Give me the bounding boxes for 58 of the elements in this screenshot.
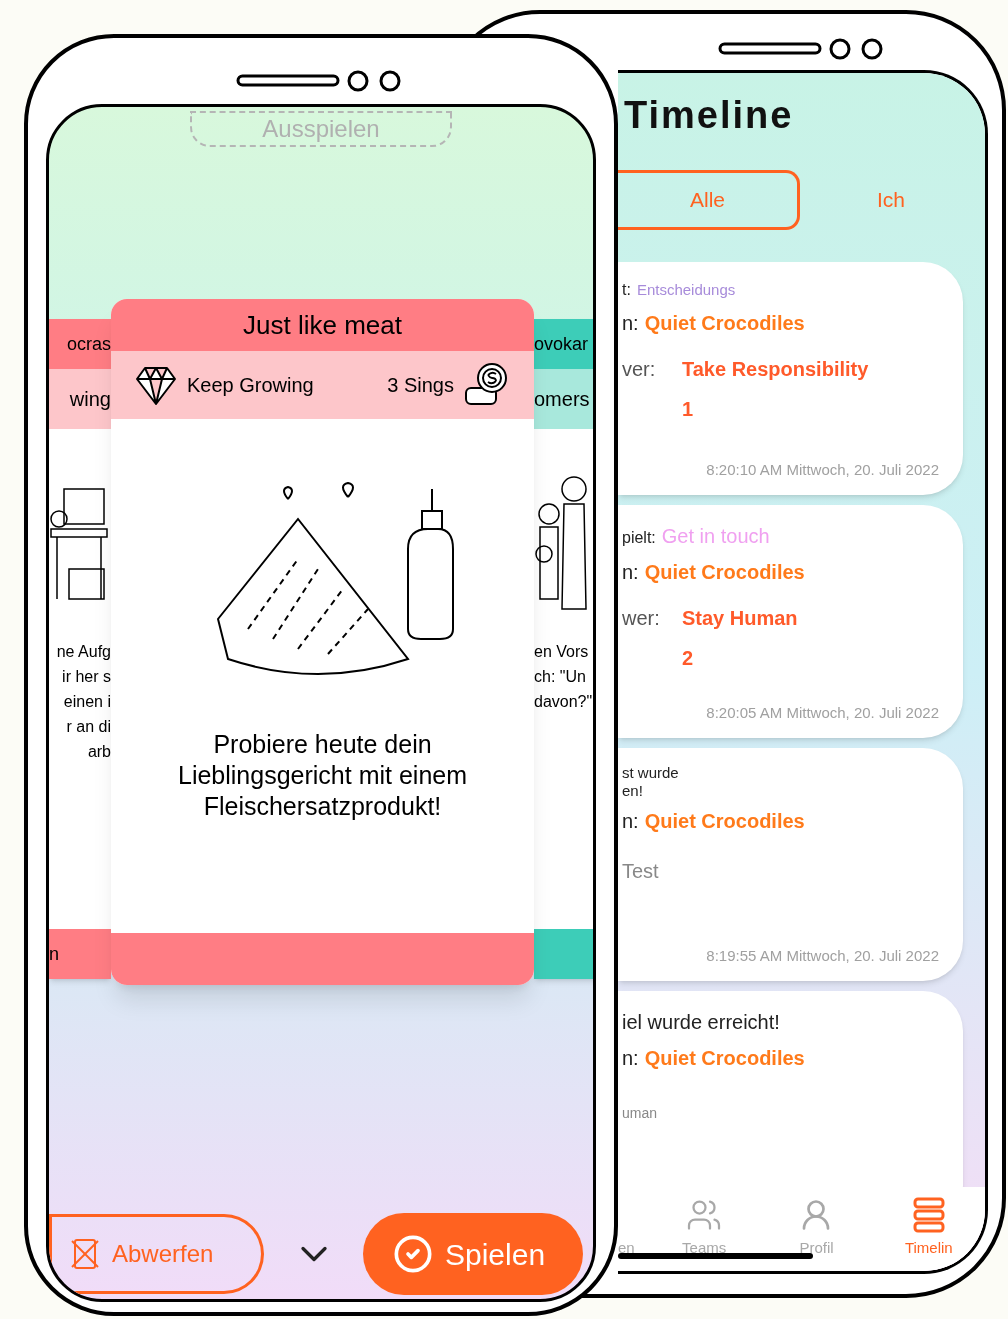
card-text: ne Aufg: [56, 642, 111, 662]
card-text: einen i: [63, 692, 111, 712]
entry-label: ver:: [622, 357, 657, 382]
entry-label: n:: [622, 560, 639, 585]
nav-item[interactable]: Profil: [760, 1197, 873, 1260]
card-text: r an di: [66, 717, 111, 737]
entry-heading: Get in touch: [661, 524, 770, 549]
team-name: Quiet Crocodiles: [644, 560, 805, 585]
card-text: davon?": [534, 692, 593, 712]
coin-stack-icon: [464, 362, 510, 408]
nav-item[interactable]: Teams: [648, 1197, 761, 1260]
timestamp: 8:20:05 AM Mittwoch, 20. Juli 2022: [706, 702, 939, 723]
card-text: arb: [87, 742, 111, 762]
card-category: wing: [69, 387, 111, 412]
stacked-bars-icon: [912, 1197, 945, 1233]
entry-label: t:: [622, 280, 631, 300]
task-card[interactable]: Just like meat Keep Growing 3 Sings Probiere heute dein Lieblingsgericht mit einem Fleischersatzprodukt!: [111, 299, 534, 985]
nav-item[interactable]: en: [618, 1197, 648, 1260]
timestamp: 8:19:55 AM Mittwoch, 20. Juli 2022: [706, 945, 939, 966]
card-title: Just like meat: [243, 308, 402, 342]
entry-message: en!: [622, 782, 644, 800]
entry-note: uman: [622, 1104, 659, 1123]
screen-title: Timeline: [624, 93, 795, 138]
answer-value: 1: [682, 397, 695, 422]
card-text: ir her s: [62, 667, 111, 687]
diamond-icon: [135, 364, 177, 406]
timestamp: 8:20:10 AM Mittwoch, 20. Juli 2022: [706, 459, 939, 480]
entry-label: n:: [622, 311, 639, 336]
discard-button[interactable]: Abwerfen: [49, 1214, 264, 1294]
card-text: n: [49, 942, 59, 966]
check-circle-icon: [393, 1234, 433, 1274]
card-reward: 3 Sings: [387, 373, 454, 398]
card-category: omers: [534, 387, 590, 412]
card-title: ovokar: [534, 332, 589, 356]
entry-label: n:: [622, 809, 639, 834]
card-text: ch: "Un: [534, 667, 586, 687]
entry-heading: Entscheidungs: [636, 280, 736, 300]
crossed-card-icon: [70, 1237, 100, 1271]
card-text: en Vors: [534, 642, 589, 662]
team-name: Quiet Crocodiles: [644, 311, 805, 336]
filter-tab[interactable]: Ich: [800, 170, 982, 230]
card-description: Probiere heute dein Lieblingsgericht mit einem Fleischersatzprodukt!: [177, 729, 468, 822]
entry-label: wer:: [622, 606, 658, 631]
answer-value: Stay Human: [682, 606, 798, 631]
entry-label: pielt:: [622, 528, 656, 548]
play-button[interactable]: Spielen: [363, 1213, 583, 1295]
entry-message: st wurde: [622, 764, 680, 782]
card-title: ocras: [67, 332, 111, 356]
entry-message: iel wurde erreicht!: [622, 1010, 781, 1035]
play-button-outline[interactable]: Ausspielen: [190, 111, 452, 147]
team-name: Quiet Crocodiles: [644, 809, 805, 834]
nav-item[interactable]: Timelin: [872, 1197, 985, 1260]
entry-note: Test: [622, 859, 660, 884]
team-name: Quiet Crocodiles: [644, 1046, 805, 1071]
entry-label: n:: [622, 1046, 639, 1071]
card-category: Keep Growing: [187, 373, 314, 398]
answer-value: 2: [682, 646, 695, 671]
answer-value: Take Responsibility: [682, 357, 869, 382]
